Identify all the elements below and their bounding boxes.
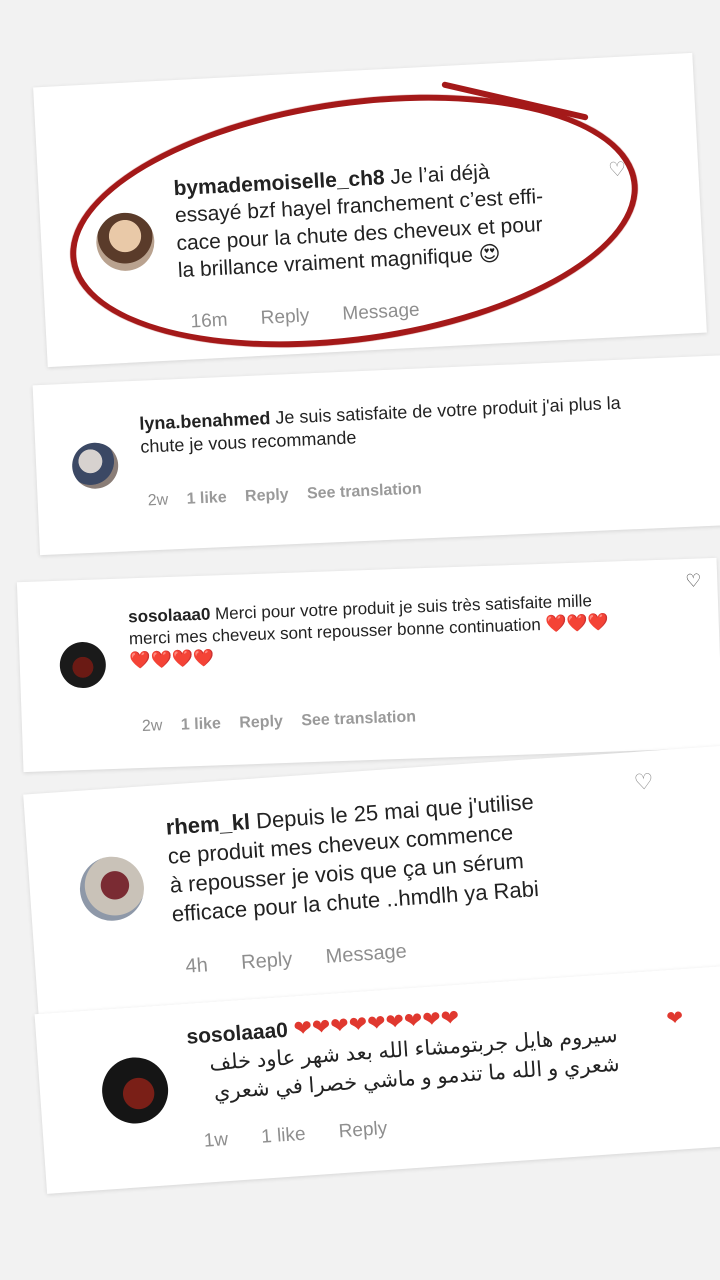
like-count[interactable]: 1 like: [186, 489, 227, 508]
comment-meta: 1w 1 like Reply: [203, 1116, 416, 1153]
comment-meta: 2w 1 like Reply See translation: [142, 707, 445, 736]
heart-outline-icon[interactable]: ♡: [633, 769, 655, 796]
like-count[interactable]: 1 like: [261, 1124, 307, 1148]
comment-username[interactable]: rhem_kl: [165, 809, 251, 840]
comment-time: 1w: [203, 1129, 229, 1152]
comment-meta: 4h Reply Message: [185, 938, 436, 978]
comment-text: sosolaaa0 Merci pour votre produit je su…: [127, 591, 610, 671]
comment-meta: 2w 1 like Reply See translation: [147, 479, 450, 510]
avatar[interactable]: [77, 854, 147, 923]
comment-text: lyna.benahmed Je suis satisfaite de votr…: [138, 392, 622, 458]
see-translation-button[interactable]: See translation: [301, 708, 416, 729]
comment-text: rhem_kl Depuis le 25 mai que j'utilise c…: [164, 789, 540, 927]
comment-username[interactable]: sosolaaa0: [186, 1019, 289, 1049]
like-count[interactable]: 1 like: [181, 715, 222, 733]
reply-button[interactable]: Reply: [338, 1118, 388, 1142]
reply-button[interactable]: Reply: [245, 486, 289, 505]
comment-card-2: lyna.benahmed Je suis satisfaite de votr…: [32, 354, 720, 556]
reply-button[interactable]: Reply: [240, 948, 293, 974]
comment-card-3: sosolaaa0 Merci pour votre produit je su…: [16, 557, 720, 773]
heart-filled-icon[interactable]: ❤: [666, 1005, 684, 1031]
avatar[interactable]: [71, 441, 120, 490]
heart-outline-icon[interactable]: ♡: [685, 570, 702, 592]
comment-username[interactable]: sosolaaa0: [128, 605, 211, 627]
avatar[interactable]: [99, 1055, 171, 1126]
comment-text: sosolaaa0 ❤❤❤❤❤❤❤❤❤ سيروم هايل جربتومشاء…: [185, 1004, 621, 1104]
message-button[interactable]: Message: [325, 940, 407, 968]
avatar[interactable]: [59, 641, 107, 689]
reply-button[interactable]: Reply: [239, 713, 283, 732]
comment-time: 2w: [147, 491, 169, 510]
comment-time: 2w: [141, 717, 163, 735]
comment-time: 4h: [184, 954, 209, 978]
comment-username[interactable]: lyna.benahmed: [139, 408, 271, 434]
see-translation-button[interactable]: See translation: [307, 480, 422, 502]
